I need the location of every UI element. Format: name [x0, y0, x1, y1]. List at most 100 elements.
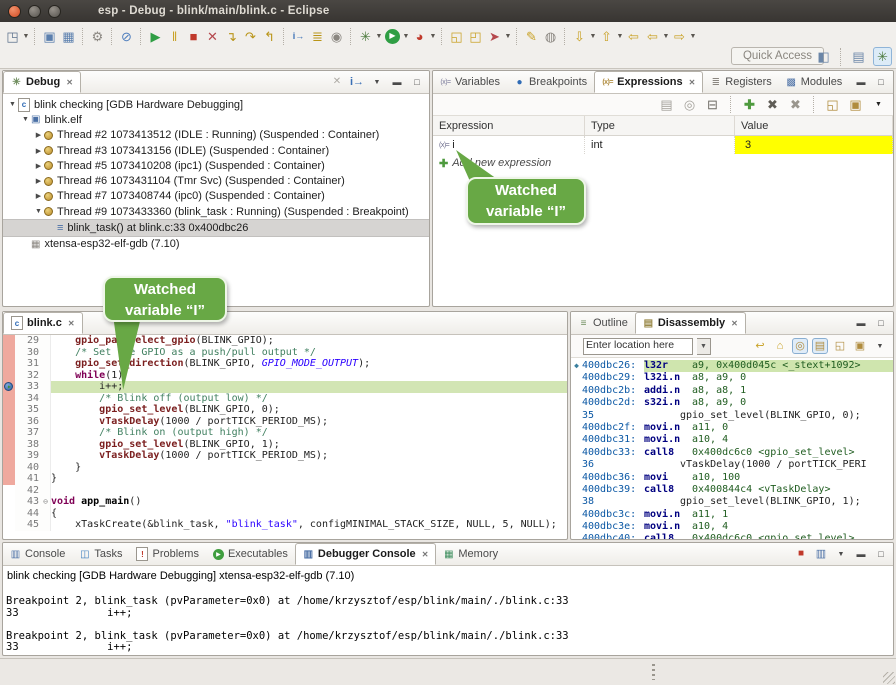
code-line[interactable]: 38 gpio_set_level(BLINK_GPIO, 1); [3, 439, 567, 451]
maximize-view-icon[interactable]: □ [873, 74, 889, 90]
window-minimize-button[interactable] [28, 5, 41, 18]
line-number[interactable]: 42 [15, 485, 41, 497]
tree-row[interactable]: ▶Thread #7 1073408744 (ipc0) (Suspended … [3, 189, 429, 204]
annotation-ruler[interactable]: ▸ [3, 381, 15, 393]
detail-pane-icon[interactable]: ▣ [846, 95, 865, 114]
fold-marker[interactable] [41, 370, 51, 382]
disassembly-line[interactable]: ◆400dbc26:l32ra9, 0x400d045c <_stext+109… [571, 360, 893, 372]
sash-grip[interactable] [652, 664, 655, 680]
code-line[interactable]: 41} [3, 473, 567, 485]
collapsed-arrow-icon[interactable]: ▶ [33, 162, 44, 170]
code-line[interactable]: 44{ [3, 508, 567, 520]
code-text[interactable]: vTaskDelay(1000 / portTICK_PERIOD_MS); [51, 416, 567, 428]
minimize-view-icon[interactable]: ▬ [853, 546, 869, 562]
flash-target-icon-dropdown[interactable]: ▼ [504, 33, 512, 40]
new-view-icon[interactable]: ◱ [823, 95, 842, 114]
disassembly-line[interactable]: 400dbc2f:movi.na11, 0 [571, 422, 893, 434]
fold-marker[interactable] [41, 439, 51, 451]
expanded-arrow-icon[interactable]: ▼ [20, 116, 31, 123]
column-header-type[interactable]: Type [585, 116, 735, 135]
code-text[interactable]: void app_main() [51, 496, 567, 508]
step-over-icon[interactable]: ↷ [241, 27, 260, 46]
window-maximize-button[interactable] [48, 5, 61, 18]
fold-marker[interactable] [41, 404, 51, 416]
goto-pc-icon[interactable]: ↩ [752, 338, 768, 354]
save-icon[interactable]: ▣ [40, 27, 59, 46]
line-number[interactable]: 39 [15, 450, 41, 462]
collapsed-arrow-icon[interactable]: ▶ [33, 177, 44, 185]
tree-row[interactable]: ▼cblink checking [GDB Hardware Debugging… [3, 97, 429, 112]
annotation-ruler[interactable] [3, 462, 15, 474]
pin-editor-icon[interactable]: ⇩ [570, 27, 589, 46]
step-filters-icon[interactable]: ≣ [308, 27, 327, 46]
annotation-ruler[interactable] [3, 496, 15, 508]
column-header-value[interactable]: Value [735, 116, 893, 135]
minimize-view-icon[interactable]: ▬ [389, 74, 405, 90]
save-all-icon[interactable]: ▦ [59, 27, 78, 46]
suspend-icon[interactable]: ‖ [165, 27, 184, 46]
fold-marker[interactable] [41, 508, 51, 520]
close-icon[interactable]: ✕ [66, 78, 73, 87]
show-logical-structure-icon[interactable]: ◎ [680, 95, 699, 114]
external-tools-icon-dropdown[interactable]: ▼ [429, 33, 437, 40]
view-menu-icon[interactable]: ▼ [872, 338, 888, 354]
view-menu-icon[interactable]: ▼ [869, 95, 888, 114]
code-line[interactable]: 45 xTaskCreate(&blink_task, "blink_task"… [3, 519, 567, 531]
disassembly-line[interactable]: 36vTaskDelay(1000 / portTICK_PERI [571, 459, 893, 471]
tab-debugger-console[interactable]: ▥Debugger Console✕ [295, 543, 437, 565]
disassembly-line[interactable]: 400dbc39:call80x400844c4 <vTaskDelay> [571, 484, 893, 496]
view-menu-icon[interactable]: ▼ [369, 74, 385, 90]
back-history-icon[interactable]: ⇦ [643, 27, 662, 46]
debug-launch-icon[interactable]: ✳ [356, 27, 375, 46]
disconnect-icon[interactable]: ✕ [203, 27, 222, 46]
code-text[interactable]: /* Blink on (output high) */ [51, 427, 567, 439]
tree-row[interactable]: ▼▣blink.elf [3, 112, 429, 127]
annotation-ruler[interactable] [3, 427, 15, 439]
code-line[interactable]: 43⊖void app_main() [3, 496, 567, 508]
run-launch-icon[interactable]: ▶ [385, 29, 400, 44]
code-line[interactable]: 40 } [3, 462, 567, 474]
code-line[interactable]: 35 gpio_set_level(BLINK_GPIO, 0); [3, 404, 567, 416]
close-icon[interactable]: ✕ [731, 319, 738, 328]
code-line[interactable]: 42 [3, 485, 567, 497]
new-view-icon[interactable]: ◱ [832, 338, 848, 354]
forward-history-icon[interactable]: ⇨ [670, 27, 689, 46]
tree-row[interactable]: ▶Thread #2 1073413512 (IDLE : Running) (… [3, 128, 429, 143]
home-icon[interactable]: ⌂ [772, 338, 788, 354]
stack-frame-row[interactable]: ≡blink_task() at blink.c:33 0x400dbc26 [3, 219, 429, 236]
expanded-arrow-icon[interactable]: ▼ [33, 208, 44, 215]
instruction-stepping-mode-icon[interactable]: i→ [349, 74, 365, 90]
disassembly-line[interactable]: 400dbc3e:movi.na10, 4 [571, 521, 893, 533]
disassembly-line[interactable]: 400dbc40:call80x400dc6c0 <gpio_set_level… [571, 533, 893, 540]
coverage-icon[interactable]: ◍ [541, 27, 560, 46]
code-line[interactable]: 39 vTaskDelay(1000 / portTICK_PERIOD_MS)… [3, 450, 567, 462]
line-number[interactable]: 33 [15, 381, 41, 393]
fold-marker[interactable] [41, 416, 51, 428]
step-return-icon[interactable]: ↰ [260, 27, 279, 46]
last-edit-location-icon-dropdown[interactable]: ▼ [616, 33, 624, 40]
fold-marker[interactable]: ⊖ [41, 496, 51, 508]
minimize-view-icon[interactable]: ▬ [853, 74, 869, 90]
annotation-ruler[interactable] [3, 347, 15, 359]
tab-problems[interactable]: !Problems [129, 543, 205, 565]
fold-marker[interactable] [41, 519, 51, 531]
location-input[interactable]: Enter location here [583, 338, 693, 355]
code-line[interactable]: 29 gpio_pad_select_gpio(BLINK_GPIO); [3, 335, 567, 347]
last-edit-location-icon[interactable]: ⇧ [597, 27, 616, 46]
window-close-button[interactable] [8, 5, 21, 18]
disassembly-line[interactable]: 400dbc36:movia10, 100 [571, 472, 893, 484]
expanded-arrow-icon[interactable]: ▼ [7, 101, 18, 108]
open-project-icon[interactable]: ◱ [447, 27, 466, 46]
disassembly-line[interactable]: 400dbc2b:addi.na8, a8, 1 [571, 385, 893, 397]
tab-outline[interactable]: ≡Outline [571, 312, 635, 334]
code-text[interactable]: } [51, 462, 567, 474]
remove-all-terminated-icon[interactable]: ✕ [329, 74, 345, 90]
tab-registers[interactable]: ≣Registers [703, 71, 778, 93]
line-number[interactable]: 45 [15, 519, 41, 531]
tab-tasks[interactable]: ◫Tasks [72, 543, 129, 565]
new-wizard-icon-dropdown[interactable]: ▼ [22, 33, 30, 40]
forward-history-icon-dropdown[interactable]: ▼ [689, 33, 697, 40]
step-into-icon[interactable]: ↴ [222, 27, 241, 46]
line-number[interactable]: 29 [15, 335, 41, 347]
annotation-ruler[interactable] [3, 450, 15, 462]
